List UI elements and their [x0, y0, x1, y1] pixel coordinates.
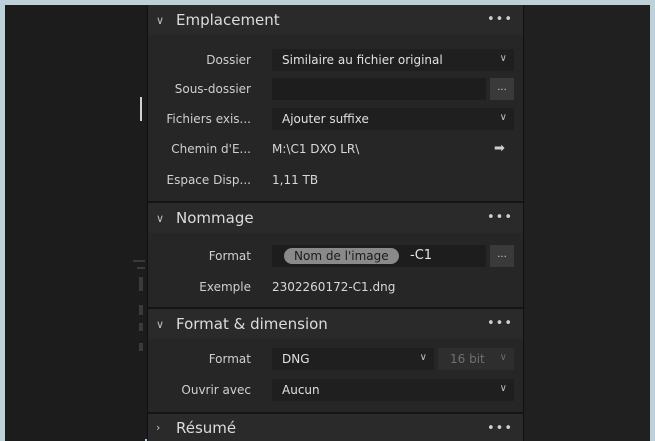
- gutter-mark: [139, 343, 143, 351]
- gutter-mark: [137, 267, 145, 269]
- chevron-down-icon: ∨: [499, 112, 507, 123]
- export-settings-panel: ∨ Emplacement ••• Dossier Similaire au f…: [147, 5, 524, 441]
- section-header-resume[interactable]: › Résumé •••: [148, 414, 523, 441]
- exemple-label: Exemple: [199, 280, 251, 294]
- left-gutter: [5, 5, 145, 441]
- chevron-down-icon: ∨: [499, 53, 507, 64]
- row-format: Format DNG ∨ 16 bit ∨: [148, 348, 523, 372]
- chevron-down-icon: ∨: [499, 383, 507, 394]
- dossier-dropdown[interactable]: Similaire au fichier original ∨: [272, 49, 514, 71]
- ouvrir-avec-dropdown[interactable]: Aucun ∨: [272, 379, 514, 401]
- row-sous-dossier: Sous-dossier ...: [148, 78, 523, 102]
- espace-label: Espace Disp...: [166, 173, 252, 187]
- espace-value: 1,11 TB: [272, 173, 319, 187]
- fichiers-value: Ajouter suffixe: [282, 112, 369, 126]
- chevron-down-icon: ∨: [419, 352, 427, 363]
- chemin-label: Chemin d'E...: [171, 142, 251, 156]
- chemin-value: M:\C1 DXO LR\: [272, 142, 360, 156]
- row-exemple: Exemple 2302260172-C1.dng: [148, 276, 523, 300]
- row-espace: Espace Disp... 1,11 TB: [148, 169, 523, 193]
- section-title: Format & dimension: [176, 315, 328, 333]
- section-header-format-dimension[interactable]: ∨ Format & dimension •••: [148, 309, 523, 339]
- section-title: Emplacement: [176, 11, 280, 29]
- naming-format-button[interactable]: ...: [490, 245, 514, 267]
- sous-dossier-browse-button[interactable]: ...: [490, 78, 514, 100]
- gutter-caret: [140, 97, 142, 121]
- section-title: Nommage: [176, 209, 254, 227]
- row-nommage-format: Format Nom de l'image -C1 ...: [148, 245, 523, 269]
- section-header-emplacement[interactable]: ∨ Emplacement •••: [148, 5, 523, 35]
- nommage-format-label: Format: [208, 249, 251, 263]
- sous-dossier-input[interactable]: [272, 78, 486, 100]
- row-dossier: Dossier Similaire au fichier original ∨: [148, 49, 523, 73]
- ouvrir-label: Ouvrir avec: [181, 383, 251, 397]
- format-dropdown[interactable]: DNG ∨: [272, 348, 434, 370]
- image-name-token[interactable]: Nom de l'image: [284, 248, 399, 264]
- row-fichiers-existants: Fichiers exis... Ajouter suffixe ∨: [148, 108, 523, 132]
- chevron-right-icon: ›: [156, 421, 161, 434]
- chevron-down-icon: ∨: [499, 352, 507, 363]
- chevron-down-icon: ∨: [156, 317, 165, 331]
- dossier-value: Similaire au fichier original: [282, 53, 443, 67]
- row-chemin: Chemin d'E... M:\C1 DXO LR\ ➡: [148, 138, 523, 162]
- section-header-nommage[interactable]: ∨ Nommage •••: [148, 203, 523, 233]
- fichiers-dropdown[interactable]: Ajouter suffixe ∨: [272, 108, 514, 130]
- bit-depth-value: 16 bit: [450, 352, 485, 366]
- arrow-right-icon[interactable]: ➡: [494, 141, 505, 156]
- naming-suffix: -C1: [410, 248, 433, 263]
- section-title: Résumé: [176, 418, 237, 437]
- format-value: DNG: [282, 352, 310, 366]
- row-ouvrir-avec: Ouvrir avec Aucun ∨: [148, 379, 523, 403]
- fichiers-label: Fichiers exis...: [166, 112, 251, 126]
- exemple-value: 2302260172-C1.dng: [272, 280, 396, 294]
- more-icon[interactable]: •••: [487, 210, 513, 225]
- more-icon[interactable]: •••: [487, 12, 513, 27]
- bit-depth-dropdown[interactable]: 16 bit ∨: [438, 348, 514, 370]
- window-frame-right: [650, 0, 655, 441]
- format-label: Format: [208, 352, 251, 366]
- gutter-mark: [139, 305, 143, 315]
- gutter-mark: [139, 277, 143, 291]
- ouvrir-value: Aucun: [282, 383, 320, 397]
- chevron-down-icon: ∨: [156, 13, 165, 27]
- chevron-down-icon: ∨: [156, 211, 165, 225]
- sous-dossier-label: Sous-dossier: [174, 82, 251, 96]
- gutter-mark: [133, 260, 145, 262]
- gutter-mark: [139, 323, 143, 331]
- right-gutter: [523, 5, 650, 441]
- dossier-label: Dossier: [206, 53, 251, 67]
- more-icon[interactable]: •••: [487, 316, 513, 331]
- more-icon[interactable]: •••: [487, 421, 513, 436]
